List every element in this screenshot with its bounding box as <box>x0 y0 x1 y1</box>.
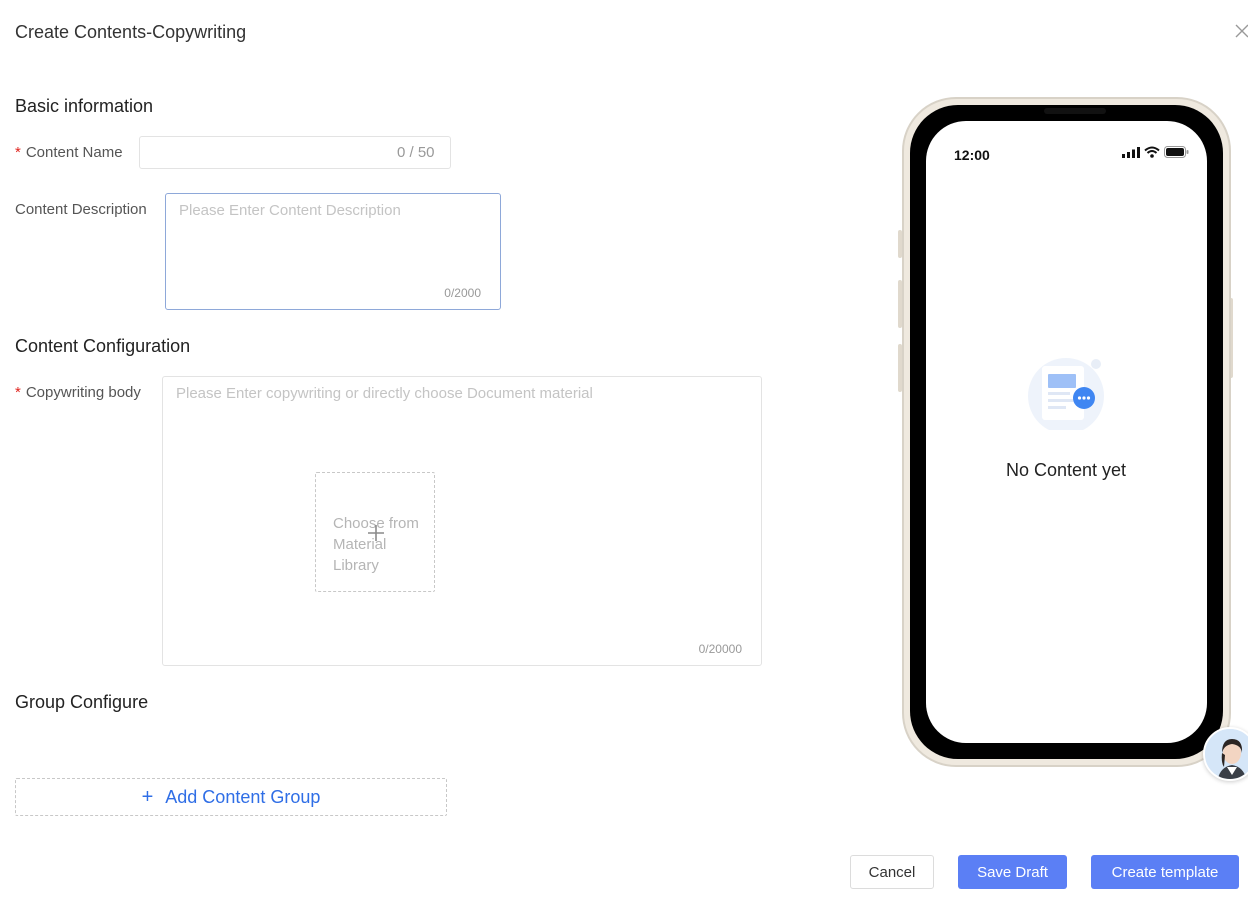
phone-screen: 12:00 <box>926 121 1207 743</box>
assistant-avatar-icon <box>1205 729 1248 779</box>
create-template-button[interactable]: Create template <box>1091 855 1239 889</box>
copywriting-body-label-text: Copywriting body <box>25 384 141 401</box>
plus-icon: + <box>141 785 154 808</box>
dialog-title: Create Contents-Copywriting <box>15 22 247 42</box>
content-name-counter: 0 / 50 <box>397 144 435 161</box>
empty-state-text: No Content yet <box>1005 460 1127 480</box>
content-name-input[interactable] <box>140 137 380 168</box>
choose-material-button[interactable]: Choose from Material Library <box>315 472 435 592</box>
wifi-icon <box>1144 146 1160 158</box>
cancel-button[interactable]: Cancel <box>850 855 934 889</box>
copywriting-body-field[interactable]: 0/20000 <box>162 376 762 666</box>
section-content-configuration: Content Configuration <box>15 336 191 356</box>
copywriting-body-input[interactable] <box>176 385 746 465</box>
phone-bezel: 12:00 <box>910 105 1223 759</box>
status-icons <box>1122 146 1189 158</box>
content-description-field[interactable]: 0/2000 <box>165 193 501 310</box>
content-description-input[interactable] <box>179 202 479 282</box>
phone-speaker <box>1044 108 1106 114</box>
required-mark: * <box>15 384 21 401</box>
content-description-counter: 0/2000 <box>444 286 481 300</box>
choose-material-label: Choose from Material Library <box>333 515 419 574</box>
section-basic-information: Basic information <box>15 96 154 116</box>
content-description-label: Content Description <box>15 201 147 218</box>
content-name-label-text: Content Name <box>25 144 123 161</box>
copywriting-body-label: * Copywriting body <box>15 384 141 401</box>
phone-preview: 12:00 <box>902 97 1231 767</box>
required-mark: * <box>15 144 21 161</box>
plus-icon <box>368 525 384 541</box>
assistant-avatar[interactable] <box>1203 727 1248 781</box>
save-draft-button[interactable]: Save Draft <box>958 855 1067 889</box>
status-time: 12:00 <box>954 147 990 163</box>
add-content-group-button[interactable]: + Add Content Group <box>15 778 447 816</box>
battery-icon <box>1164 146 1189 158</box>
close-icon[interactable] <box>1233 22 1248 40</box>
add-content-group-label: Add Content Group <box>165 786 321 807</box>
section-group-configure: Group Configure <box>15 692 149 712</box>
copywriting-body-counter: 0/20000 <box>698 642 742 656</box>
signal-icon <box>1122 146 1140 158</box>
chat-document-icon <box>1028 358 1104 430</box>
content-name-label: * Content Name <box>15 144 123 161</box>
